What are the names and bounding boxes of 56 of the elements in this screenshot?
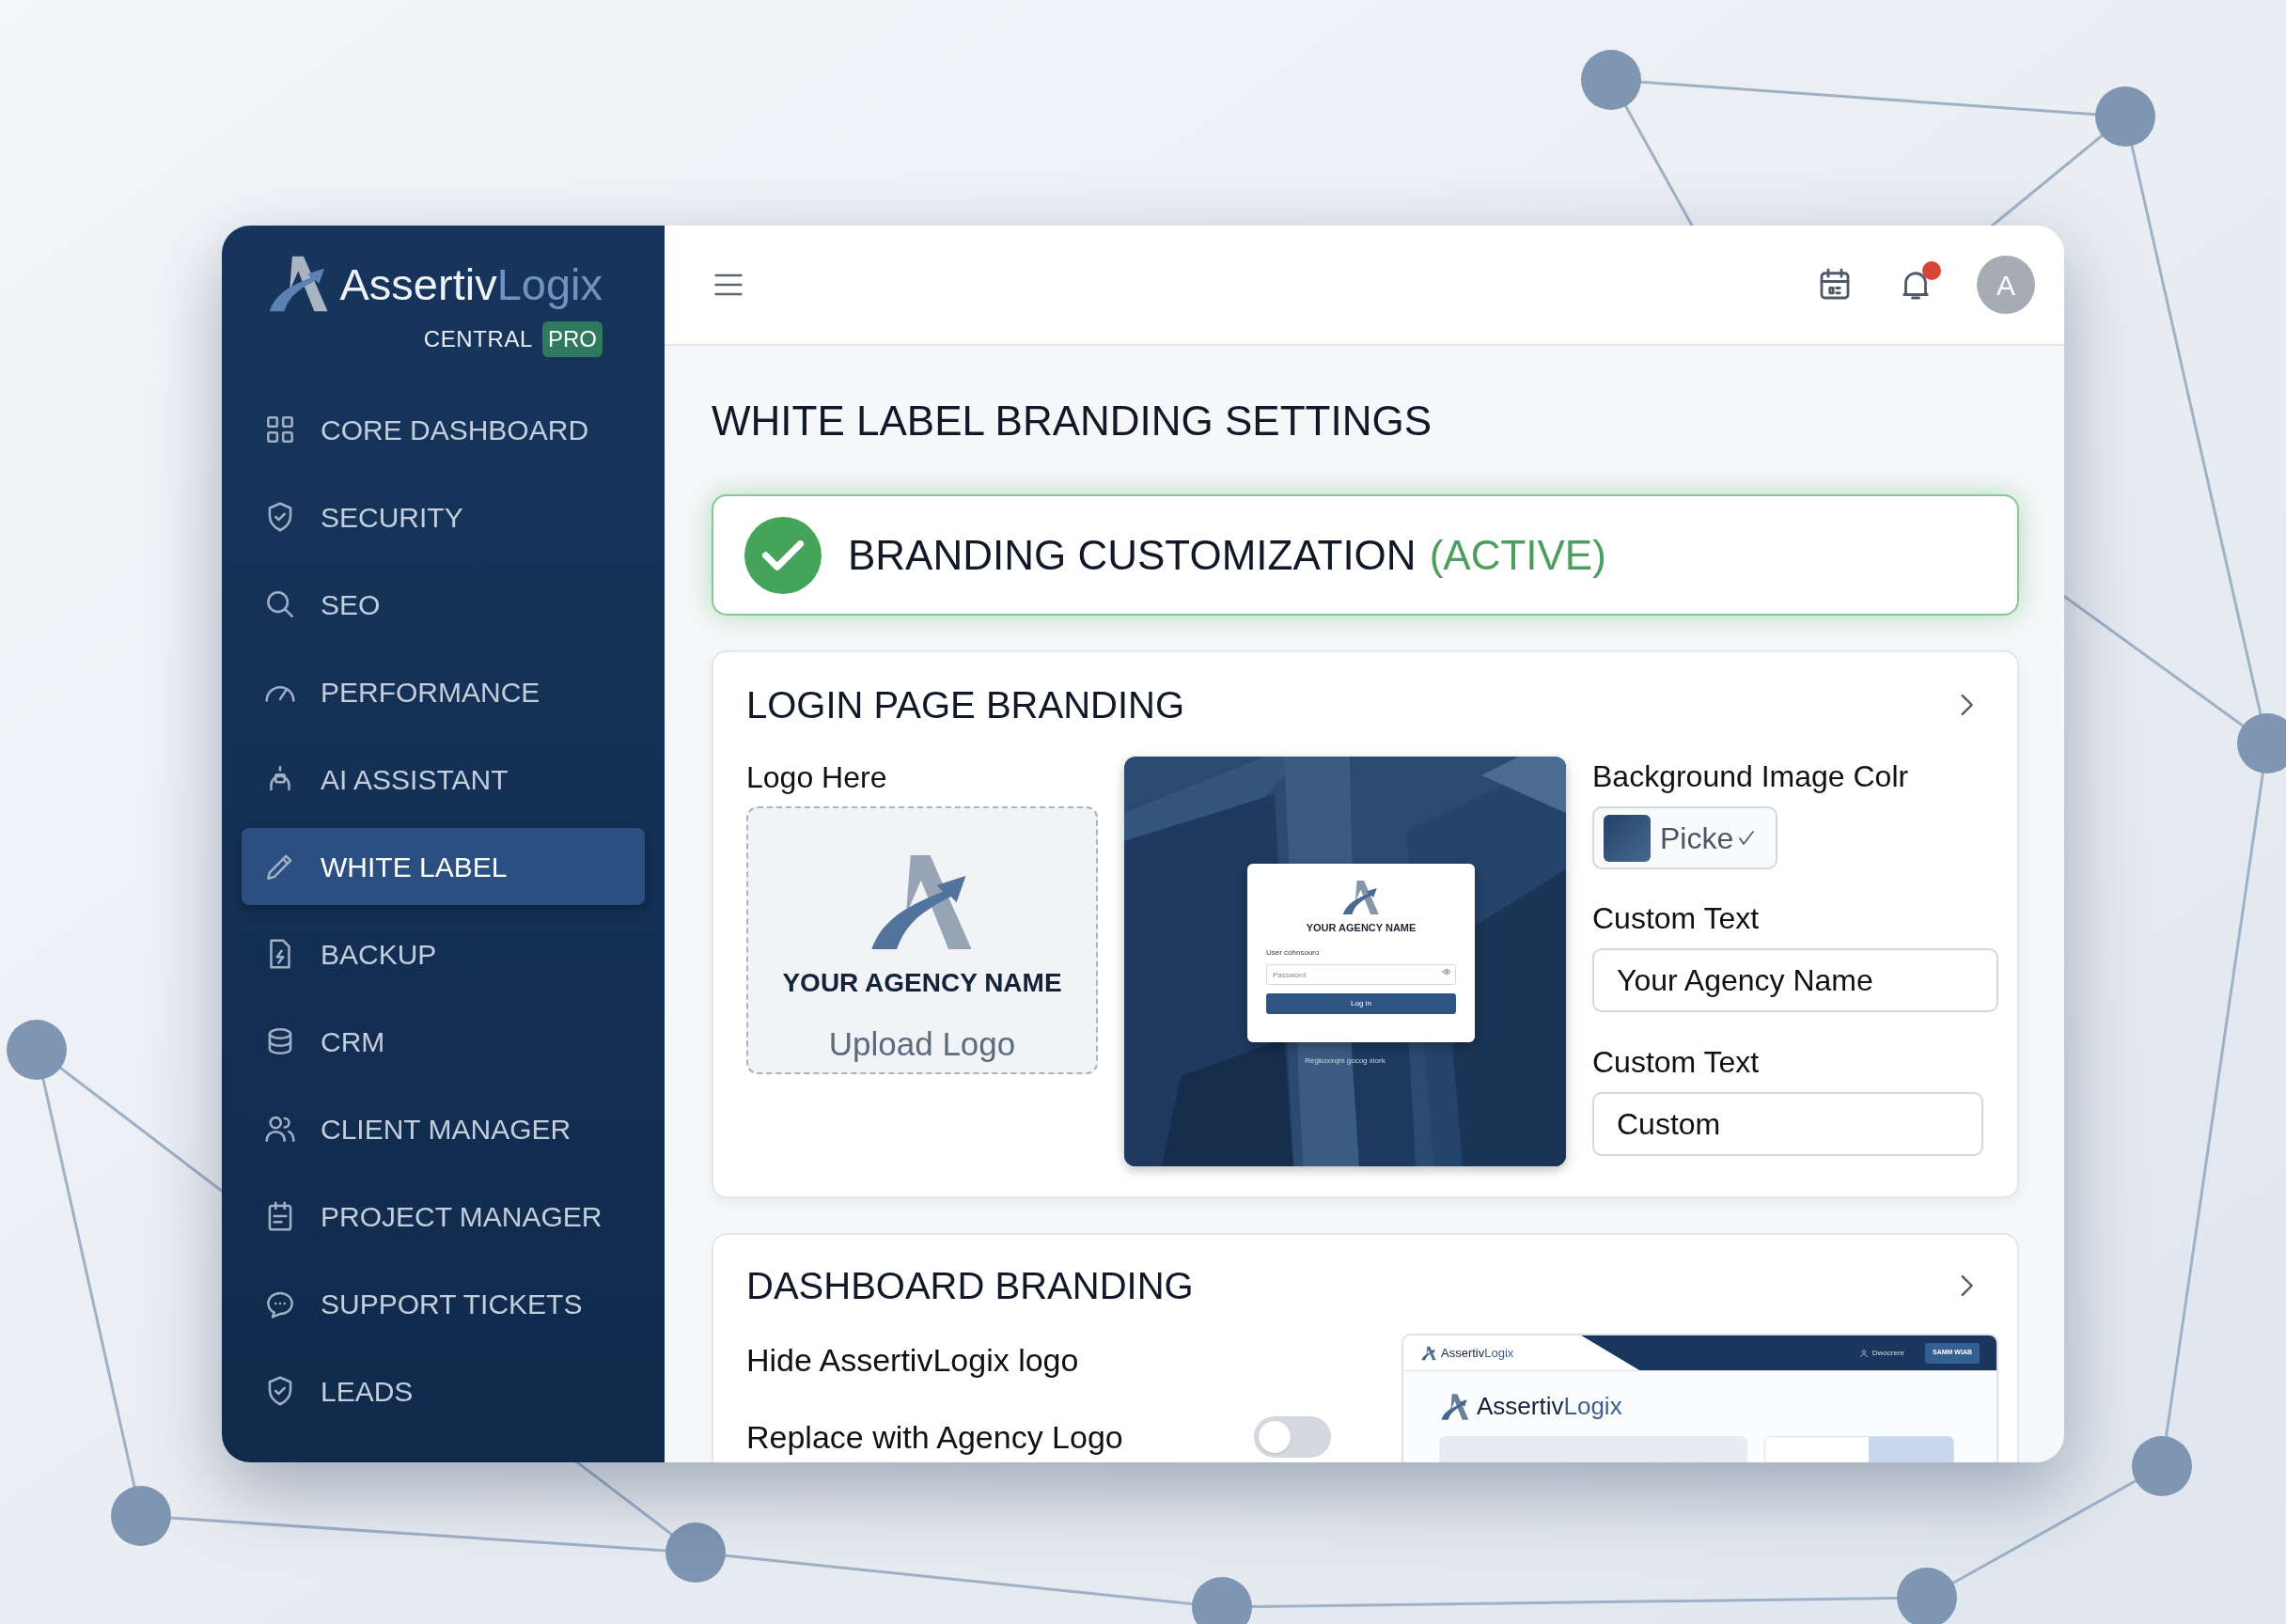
- network-node: [2095, 86, 2155, 147]
- color-swatch: [1604, 814, 1651, 862]
- field-label: User cohnsouro: [1266, 946, 1320, 959]
- sidebar-item[interactable]: PROJECT MANAGER: [242, 1178, 645, 1255]
- brand-name: AssertivLogix: [1441, 1344, 1514, 1362]
- login-button[interactable]: Log in: [1266, 992, 1456, 1014]
- network-node: [2237, 713, 2286, 773]
- color-picker[interactable]: Picke: [1592, 806, 1777, 869]
- logo-icon: [1439, 1392, 1471, 1421]
- network-node: [7, 1020, 67, 1080]
- option-label: Replace with Agency Logo: [746, 1417, 1123, 1457]
- logo-upload-area[interactable]: YOUR AGENCY NAME Upload Logo: [746, 806, 1098, 1074]
- agency-name: YOUR AGENCY NAME: [1306, 921, 1417, 935]
- banner-label: BRANDING CUSTOMIZATION: [848, 530, 1417, 580]
- brand-name: AssertivLogix: [1477, 1391, 1622, 1422]
- sidebar-item[interactable]: CRM: [242, 1003, 645, 1080]
- sidebar-item[interactable]: CORE DASHBOARD: [242, 391, 645, 468]
- status-text: (ACTIVE): [1429, 530, 1606, 580]
- sidebar-item[interactable]: SEO: [242, 566, 645, 643]
- text-field[interactable]: Custom: [1592, 1092, 1983, 1156]
- text-field[interactable]: Your Agency Name: [1592, 948, 1998, 1012]
- network-node: [1581, 50, 1641, 110]
- footer-text: Regkoxxqm gocog xiork: [1304, 1055, 1386, 1067]
- sidebar-item[interactable]: SECURITY: [242, 478, 645, 555]
- header-link[interactable]: Dwocrenr: [1871, 1347, 1904, 1359]
- field-label: Background Image Colr: [1592, 758, 1910, 795]
- sidebar-item[interactable]: LEADS: [242, 1352, 645, 1429]
- option-label: Hide AssertivLogix logo: [746, 1340, 1079, 1380]
- network-node: [111, 1486, 171, 1546]
- eye-icon[interactable]: [1442, 966, 1451, 976]
- section-title: DASHBOARD BRANDING: [746, 1264, 1194, 1308]
- network-node: [2132, 1436, 2192, 1496]
- agency-name: YOUR AGENCY NAME: [782, 967, 1062, 999]
- logo-icon: [1420, 1345, 1437, 1361]
- sidebar-item[interactable]: BACKUP: [242, 915, 645, 992]
- upload-text: Upload Logo: [828, 1024, 1016, 1064]
- password-field[interactable]: Password: [1266, 964, 1456, 985]
- field-label: Custom Text: [1592, 1044, 1761, 1081]
- network-node: [1192, 1577, 1252, 1624]
- sidebar-item[interactable]: WHITE LABEL: [242, 828, 645, 905]
- field-label: Custom Text: [1592, 900, 1761, 937]
- check-icon: [744, 516, 822, 594]
- toggle-switch[interactable]: [1254, 1416, 1331, 1458]
- sidebar-item[interactable]: PERFORMANCE: [242, 653, 645, 730]
- page-title: WHITE LABEL BRANDING SETTINGS: [712, 398, 1433, 445]
- logo-icon: [1340, 879, 1382, 916]
- sidebar-item[interactable]: SUPPORT TICKETS: [242, 1265, 645, 1342]
- network-node: [1897, 1568, 1957, 1624]
- brand-subtitle: CENTRAL: [423, 325, 533, 353]
- network-node: [665, 1522, 726, 1583]
- pro-badge: PRO: [542, 321, 603, 357]
- section-title: LOGIN PAGE BRANDING: [746, 683, 1184, 727]
- field-label: Logo Here: [746, 759, 888, 796]
- sidebar-item[interactable]: CLIENT MANAGER: [242, 1090, 645, 1167]
- person-icon: [1858, 1348, 1869, 1358]
- sidebar-item[interactable]: AI ASSISTANT: [242, 741, 645, 818]
